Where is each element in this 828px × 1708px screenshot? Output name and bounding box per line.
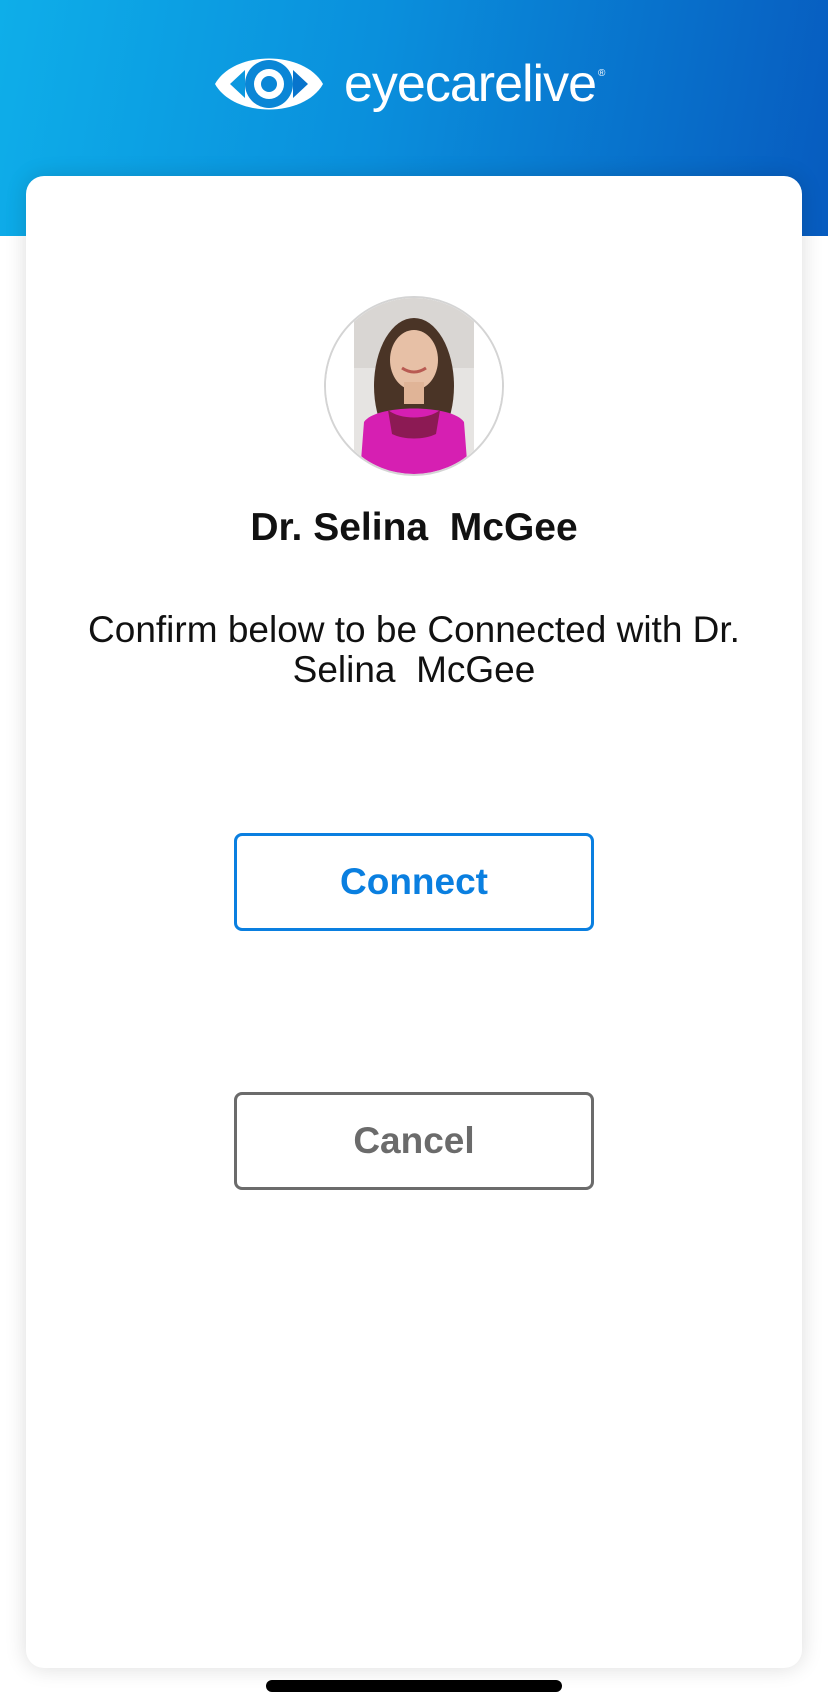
cancel-button[interactable]: Cancel [234,1092,594,1190]
home-indicator[interactable] [266,1680,562,1692]
confirm-message: Confirm below to be Connected with Dr. S… [88,609,740,690]
registered-mark: ® [598,68,606,79]
brand-logo: eyecarelive ® [212,46,605,122]
doctor-avatar [324,296,504,476]
doctor-photo-icon [326,298,502,474]
doctor-name: Dr. Selina McGee [250,506,578,549]
connect-button[interactable]: Connect [234,833,594,931]
connect-card: Dr. Selina McGee Confirm below to be Con… [26,176,802,1668]
brand-name: eyecarelive [344,55,597,113]
eye-icon [215,58,323,110]
